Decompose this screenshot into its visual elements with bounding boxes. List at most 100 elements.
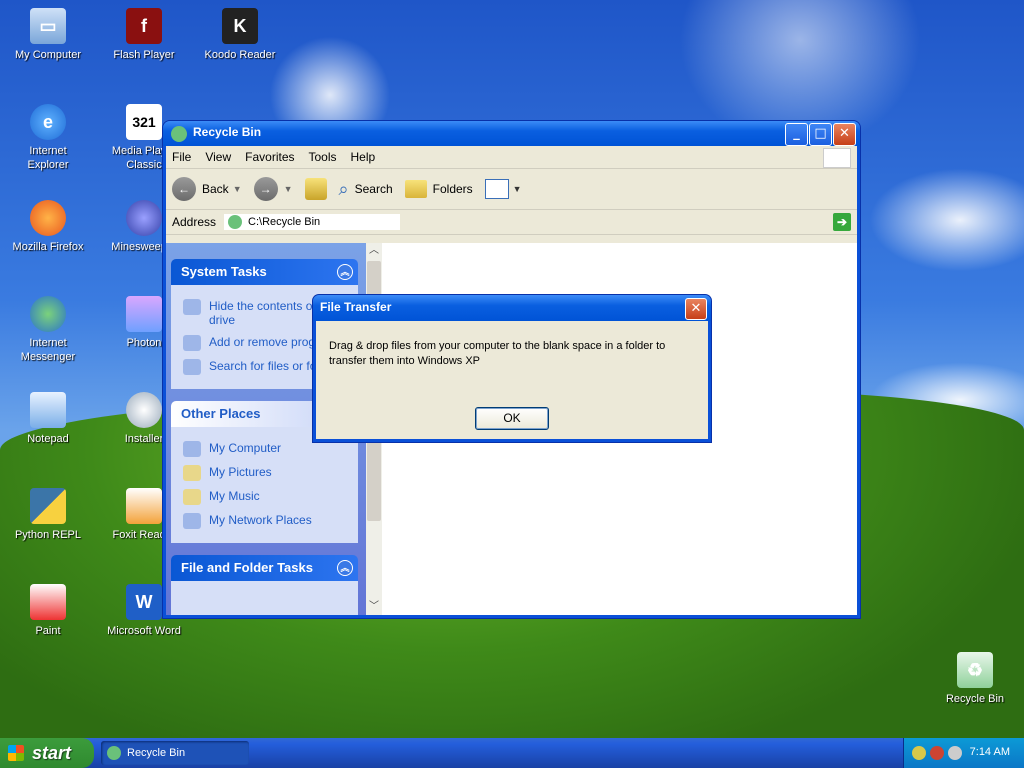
- windows-flag-icon: [8, 745, 24, 761]
- desktop-icon-label: Mozilla Firefox: [12, 241, 84, 253]
- start-button[interactable]: start: [0, 738, 94, 768]
- foxit-icon: [126, 488, 162, 524]
- chevron-down-icon: ▼: [283, 184, 293, 194]
- place-label: My Network Places: [209, 513, 312, 527]
- folders-button[interactable]: Folders: [404, 180, 473, 198]
- desktop-icon-label: Koodo Reader: [204, 49, 276, 61]
- system-tasks-header[interactable]: System Tasks ︽: [171, 259, 358, 285]
- recycle-bin-icon: [171, 126, 187, 142]
- start-label: start: [32, 743, 72, 763]
- menu-view[interactable]: View: [205, 150, 231, 164]
- window-title: Recycle Bin: [193, 125, 262, 139]
- menu-bar: File View Favorites Tools Help: [166, 146, 857, 169]
- system-tasks-title: System Tasks: [181, 264, 267, 279]
- desktop-icon-notepad[interactable]: Notepad: [8, 392, 88, 446]
- dialog-close-button[interactable]: ✕: [685, 298, 707, 320]
- address-bar: Address C:\Recycle Bin ➔: [166, 210, 857, 235]
- desktop-icon-flash-player[interactable]: f Flash Player: [104, 8, 184, 62]
- desktop-icon-paint[interactable]: Paint: [8, 584, 88, 638]
- menu-file[interactable]: File: [172, 150, 191, 164]
- desktop-icon-label: Internet Messenger: [20, 337, 76, 363]
- file-folder-tasks-title: File and Folder Tasks: [181, 560, 313, 575]
- collapse-icon[interactable]: ︽: [337, 560, 353, 576]
- chevron-down-icon: ▼: [512, 184, 522, 194]
- place-my-music[interactable]: My Music: [183, 489, 348, 505]
- ie-icon: e: [30, 104, 66, 140]
- back-button[interactable]: ← Back ▼: [172, 177, 242, 201]
- desktop-icon-my-computer[interactable]: ▭ My Computer: [8, 8, 88, 62]
- system-tray: 7:14 AM: [903, 738, 1024, 768]
- search-icon: ⌕: [338, 178, 349, 199]
- views-button[interactable]: ▼: [484, 179, 522, 199]
- desktop-icon-koodo-reader[interactable]: K Koodo Reader: [200, 8, 280, 62]
- scroll-down-icon[interactable]: ﹀: [366, 599, 382, 615]
- volume-icon[interactable]: [948, 746, 962, 760]
- scroll-up-icon[interactable]: ︿: [366, 243, 382, 259]
- dialog-message: Drag & drop files from your computer to …: [329, 340, 666, 367]
- taskbar: start Recycle Bin 7:14 AM: [0, 738, 1024, 768]
- other-places-title: Other Places: [181, 406, 261, 421]
- views-icon: [484, 179, 509, 199]
- menu-favorites[interactable]: Favorites: [245, 150, 294, 164]
- messenger-icon: [30, 296, 66, 332]
- maximize-button[interactable]: □: [809, 123, 832, 146]
- other-places-body: My Computer My Pictures My Music My Netw…: [171, 427, 358, 543]
- minesweeper-icon: [126, 200, 162, 236]
- place-my-network-places[interactable]: My Network Places: [183, 513, 348, 529]
- desktop-icon-internet-explorer[interactable]: e Internet Explorer: [8, 104, 88, 172]
- back-label: Back: [202, 182, 229, 196]
- folders-label: Folders: [432, 182, 473, 196]
- place-label: My Pictures: [209, 465, 272, 479]
- address-value: C:\Recycle Bin: [248, 216, 321, 228]
- up-folder-icon: [304, 178, 327, 200]
- desktop-icon-label: Recycle Bin: [945, 693, 1005, 705]
- flash-icon: f: [126, 8, 162, 44]
- pictures-folder-icon: [183, 465, 201, 481]
- clock[interactable]: 7:14 AM: [970, 746, 1010, 758]
- desktop-icon-label: Flash Player: [113, 49, 175, 61]
- collapse-icon[interactable]: ︽: [337, 264, 353, 280]
- paint-icon: [30, 584, 66, 620]
- taskbar-item-recycle-bin[interactable]: Recycle Bin: [101, 741, 249, 765]
- window-titlebar[interactable]: Recycle Bin _ □ ✕: [163, 121, 860, 146]
- minimize-button[interactable]: _: [785, 123, 808, 146]
- place-my-computer[interactable]: My Computer: [183, 441, 348, 457]
- address-input[interactable]: C:\Recycle Bin: [224, 214, 401, 230]
- security-shield-icon[interactable]: [930, 746, 944, 760]
- installer-icon: [126, 392, 162, 428]
- search-button[interactable]: ⌕ Search: [339, 179, 393, 200]
- desktop-icon-python-repl[interactable]: Python REPL: [8, 488, 88, 542]
- network-tray-icon[interactable]: [912, 746, 926, 760]
- desktop-icon-mozilla-firefox[interactable]: Mozilla Firefox: [8, 200, 88, 254]
- desktop-icon-internet-messenger[interactable]: Internet Messenger: [8, 296, 88, 364]
- koodo-icon: K: [222, 8, 258, 44]
- recycle-bin-icon: [107, 746, 121, 760]
- recycle-bin-icon: [228, 215, 243, 229]
- recycle-bin-icon: ♻: [957, 652, 993, 688]
- toolbar: ← Back ▼ → ▼ ⌕ Search Folders ▼: [166, 169, 857, 210]
- word-icon: W: [126, 584, 162, 620]
- menu-help[interactable]: Help: [351, 150, 376, 164]
- file-folder-tasks-header[interactable]: File and Folder Tasks ︽: [171, 555, 358, 581]
- dialog-titlebar[interactable]: File Transfer ✕: [313, 295, 711, 321]
- music-folder-icon: [183, 489, 201, 505]
- taskbar-item-label: Recycle Bin: [127, 747, 186, 759]
- chevron-down-icon: ▼: [232, 184, 242, 194]
- computer-icon: [183, 441, 201, 457]
- file-transfer-dialog: File Transfer ✕ Drag & drop files from y…: [313, 295, 711, 442]
- go-button[interactable]: ➔: [833, 213, 851, 231]
- desktop-icon-label: Microsoft Word: [107, 625, 181, 637]
- search-label: Search: [354, 182, 393, 196]
- photon-icon: [126, 296, 162, 332]
- place-my-pictures[interactable]: My Pictures: [183, 465, 348, 481]
- close-button[interactable]: ✕: [833, 123, 856, 146]
- firefox-icon: [30, 200, 66, 236]
- menu-tools[interactable]: Tools: [309, 150, 337, 164]
- up-folder-button[interactable]: [304, 178, 327, 200]
- dialog-title: File Transfer: [320, 300, 392, 314]
- forward-button[interactable]: → ▼: [253, 177, 293, 201]
- ok-button[interactable]: OK: [475, 407, 549, 430]
- desktop-icon-label: My Computer: [14, 49, 82, 61]
- hide-contents-icon: [183, 299, 201, 315]
- desktop-icon-recycle-bin[interactable]: ♻ Recycle Bin: [935, 652, 1015, 706]
